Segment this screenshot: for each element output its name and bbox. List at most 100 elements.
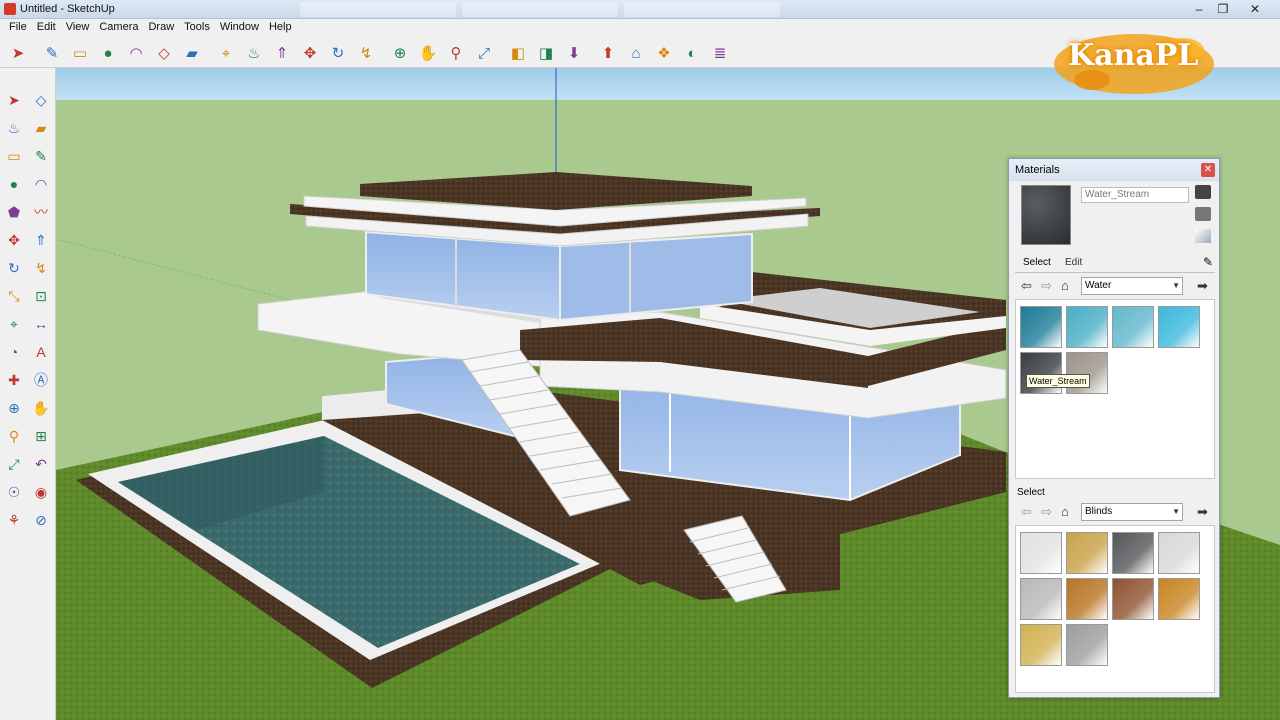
arc-icon[interactable]: ◠ — [124, 41, 148, 65]
home-icon[interactable]: ⌂ — [1061, 505, 1069, 519]
select-icon[interactable]: ➤ — [6, 41, 30, 65]
offset-icon[interactable]: ⊡ — [29, 284, 53, 308]
section-plane-icon[interactable]: ⊘ — [29, 508, 53, 532]
pencil-icon[interactable]: ✎ — [29, 144, 53, 168]
close-icon[interactable]: ✕ — [1242, 1, 1268, 17]
tab-edit[interactable]: Edit — [1061, 257, 1086, 268]
next-view-icon[interactable]: ◨ — [534, 41, 558, 65]
back-arrow-icon[interactable]: ⇦ — [1021, 505, 1032, 519]
circle-icon[interactable]: ● — [2, 172, 26, 196]
details-arrow-icon[interactable]: ➡ — [1197, 505, 1208, 519]
swatch-water-light[interactable] — [1112, 306, 1154, 348]
swatch-blind-gradient-gray[interactable] — [1066, 624, 1108, 666]
push-pull-icon[interactable]: ⇑ — [29, 228, 53, 252]
swatch-blind-wood-amber[interactable] — [1158, 578, 1200, 620]
move-icon[interactable]: ✥ — [2, 228, 26, 252]
select-icon[interactable]: ➤ — [2, 88, 26, 112]
orbit-icon[interactable]: ⊕ — [2, 396, 26, 420]
eraser-icon[interactable]: ▰ — [29, 116, 53, 140]
polygon-icon[interactable]: ⬟ — [2, 200, 26, 224]
layers-icon[interactable]: ≣ — [708, 41, 732, 65]
home-icon[interactable]: ⌂ — [1061, 279, 1069, 293]
eyedropper-icon[interactable]: ✎ — [1203, 255, 1213, 269]
tape-measure-icon[interactable]: ⌖ — [2, 312, 26, 336]
share-model-icon[interactable]: ⬆ — [596, 41, 620, 65]
rotate-icon[interactable]: ↻ — [326, 41, 350, 65]
swatch-blind-dark-gray[interactable] — [1112, 532, 1154, 574]
default-material-icon[interactable] — [1195, 229, 1211, 243]
swatch-blind-gold[interactable] — [1066, 532, 1108, 574]
zoom-icon[interactable]: ⚲ — [444, 41, 468, 65]
swatch-water-bright[interactable] — [1158, 306, 1200, 348]
zoom-extents-icon[interactable]: ⤢ — [472, 41, 496, 65]
back-arrow-icon[interactable]: ⇦ — [1021, 279, 1032, 293]
warehouse-icon[interactable]: ⌂ — [624, 41, 648, 65]
look-around-icon[interactable]: ◉ — [29, 480, 53, 504]
forward-arrow-icon[interactable]: ⇨ — [1041, 505, 1052, 519]
menu-file[interactable]: File — [4, 19, 32, 37]
menu-view[interactable]: View — [61, 19, 95, 37]
menu-edit[interactable]: Edit — [32, 19, 61, 37]
menu-help[interactable]: Help — [264, 19, 297, 37]
material-name-field[interactable]: Water_Stream — [1081, 187, 1189, 203]
freehand-icon[interactable]: 〰 — [29, 200, 53, 224]
paint-bucket-icon[interactable]: ♨ — [2, 116, 26, 140]
position-camera-icon[interactable]: ☉ — [2, 480, 26, 504]
pan-icon[interactable]: ✋ — [29, 396, 53, 420]
zoom-extents-icon[interactable]: ⤢ — [2, 452, 26, 476]
follow-me-icon[interactable]: ↯ — [354, 41, 378, 65]
bottom-library-dropdown[interactable]: Blinds ▼ — [1081, 503, 1183, 521]
make-component-icon[interactable]: ◇ — [152, 41, 176, 65]
details-arrow-icon[interactable]: ➡ — [1197, 279, 1208, 293]
zoom-icon[interactable]: ⚲ — [2, 424, 26, 448]
eraser-icon[interactable]: ▰ — [180, 41, 204, 65]
dimension-icon[interactable]: ↔ — [29, 312, 53, 336]
styles-icon[interactable]: ◐ — [680, 41, 704, 65]
previous-icon[interactable]: ↶ — [29, 452, 53, 476]
tab-select[interactable]: Select — [1019, 257, 1055, 268]
make-component-icon[interactable]: ◇ — [29, 88, 53, 112]
protractor-icon[interactable]: ◔ — [2, 340, 26, 364]
move-icon[interactable]: ✥ — [298, 41, 322, 65]
forward-arrow-icon[interactable]: ⇨ — [1041, 279, 1052, 293]
swatch-blind-wood-orange[interactable] — [1066, 578, 1108, 620]
close-icon[interactable]: ✕ — [1201, 163, 1215, 177]
minimize-icon[interactable]: – — [1186, 1, 1212, 17]
zoom-window-icon[interactable]: ⊞ — [29, 424, 53, 448]
swatch-blind-bamboo[interactable] — [1020, 624, 1062, 666]
create-material-icon[interactable] — [1195, 207, 1211, 221]
previous-view-icon[interactable]: ◧ — [506, 41, 530, 65]
3d-text-icon[interactable]: Ⓐ — [29, 368, 53, 392]
swatch-blind-light-gray[interactable] — [1158, 532, 1200, 574]
rectangle-icon[interactable]: ▭ — [68, 41, 92, 65]
paint-bucket-icon[interactable]: ♨ — [242, 41, 266, 65]
menu-tools[interactable]: Tools — [179, 19, 215, 37]
scale-icon[interactable]: ⤡ — [2, 284, 26, 308]
arc-icon[interactable]: ◠ — [29, 172, 53, 196]
swatch-water-ripple[interactable] — [1066, 306, 1108, 348]
swatch-blind-wood-red[interactable] — [1112, 578, 1154, 620]
swatch-blind-white[interactable] — [1020, 532, 1062, 574]
swatch-water-deep-blue[interactable] — [1020, 306, 1062, 348]
menu-camera[interactable]: Camera — [94, 19, 143, 37]
tape-measure-icon[interactable]: ⌖ — [214, 41, 238, 65]
push-pull-icon[interactable]: ⇑ — [270, 41, 294, 65]
axes-icon[interactable]: ✚ — [2, 368, 26, 392]
maximize-icon[interactable]: ❐ — [1210, 1, 1236, 17]
components-icon[interactable]: ❖ — [652, 41, 676, 65]
swatch-blind-silver[interactable] — [1020, 578, 1062, 620]
rectangle-icon[interactable]: ▭ — [2, 144, 26, 168]
menu-window[interactable]: Window — [215, 19, 264, 37]
display-secondary-icon[interactable] — [1195, 185, 1211, 199]
follow-me-icon[interactable]: ↯ — [29, 256, 53, 280]
library-dropdown[interactable]: Water ▼ — [1081, 277, 1183, 295]
pencil-icon[interactable]: ✎ — [40, 41, 64, 65]
menu-draw[interactable]: Draw — [143, 19, 179, 37]
walk-icon[interactable]: ⚘ — [2, 508, 26, 532]
circle-icon[interactable]: ● — [96, 41, 120, 65]
text-icon[interactable]: A — [29, 340, 53, 364]
rotate-icon[interactable]: ↻ — [2, 256, 26, 280]
orbit-icon[interactable]: ⊕ — [388, 41, 412, 65]
get-models-icon[interactable]: ⬇ — [562, 41, 586, 65]
pan-icon[interactable]: ✋ — [416, 41, 440, 65]
